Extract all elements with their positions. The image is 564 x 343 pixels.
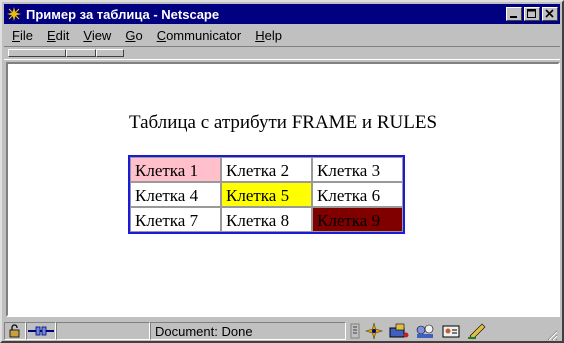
composer-icon[interactable] — [466, 322, 488, 340]
menu-edit[interactable]: Edit — [41, 28, 75, 43]
security-lock[interactable] — [4, 322, 26, 340]
browser-window: Пример за таблица - Netscape File Edit V… — [0, 0, 564, 343]
table-cell: Клетка 2 — [221, 157, 312, 182]
menu-bar: File Edit View Go Communicator Help — [4, 25, 560, 45]
mailbox-icon[interactable] — [388, 322, 410, 340]
table-cell: Клетка 9 — [312, 207, 403, 232]
menu-communicator[interactable]: Communicator — [151, 28, 248, 43]
close-icon — [545, 9, 554, 18]
lock-icon — [9, 324, 20, 338]
table-row: Клетка 7 Клетка 8 Клетка 9 — [130, 207, 403, 232]
menu-go[interactable]: Go — [119, 28, 148, 43]
table-row: Клетка 4 Клетка 5 Клетка 6 — [130, 182, 403, 207]
status-text: Document: Done — [155, 323, 253, 339]
close-button[interactable] — [542, 7, 558, 21]
resize-grip-icon[interactable] — [546, 329, 558, 341]
table-cell: Клетка 6 — [312, 182, 403, 207]
table-cell: Клетка 8 — [221, 207, 312, 232]
table-cell: Клетка 5 — [221, 182, 312, 207]
status-message: Document: Done — [150, 322, 346, 340]
collapsed-toolbars — [4, 46, 560, 60]
window-title: Пример за таблица - Netscape — [26, 6, 220, 22]
menu-help[interactable]: Help — [249, 28, 288, 43]
menu-view[interactable]: View — [77, 28, 117, 43]
progress-area — [56, 322, 150, 340]
minimize-icon — [510, 16, 517, 18]
table-cell: Клетка 4 — [130, 182, 221, 207]
connection-indicator[interactable] — [26, 322, 56, 340]
component-bar-grip-icon[interactable] — [350, 323, 360, 339]
discussions-icon[interactable] — [414, 322, 436, 340]
minimize-button[interactable] — [506, 7, 522, 21]
toolbar-grip-personal[interactable] — [96, 49, 124, 57]
status-bar: Document: Done — [4, 320, 560, 342]
table-cell: Клетка 3 — [312, 157, 403, 182]
page-content: Таблица с атрибути FRAME и RULES Клетка … — [6, 62, 560, 317]
netscape-icon — [6, 6, 22, 22]
maximize-icon — [527, 9, 536, 18]
toolbar-grip-navigation[interactable] — [8, 49, 66, 57]
table-row: Клетка 1 Клетка 2 Клетка 3 — [130, 157, 403, 182]
table-cell: Клетка 1 — [130, 157, 221, 182]
navigator-icon[interactable] — [364, 322, 384, 340]
table-cell: Клетка 7 — [130, 207, 221, 232]
menu-file[interactable]: File — [6, 28, 39, 43]
toolbar-grip-location[interactable] — [66, 49, 96, 57]
maximize-button[interactable] — [524, 7, 540, 21]
data-table: Клетка 1 Клетка 2 Клетка 3 Клетка 4 Клетка 5… — [128, 155, 405, 234]
page-caption: Таблица с атрибути FRAME и RULES — [128, 112, 438, 133]
plug-icon — [28, 326, 54, 336]
title-bar[interactable]: Пример за таблица - Netscape — [4, 4, 560, 24]
address-book-icon[interactable] — [440, 322, 462, 340]
